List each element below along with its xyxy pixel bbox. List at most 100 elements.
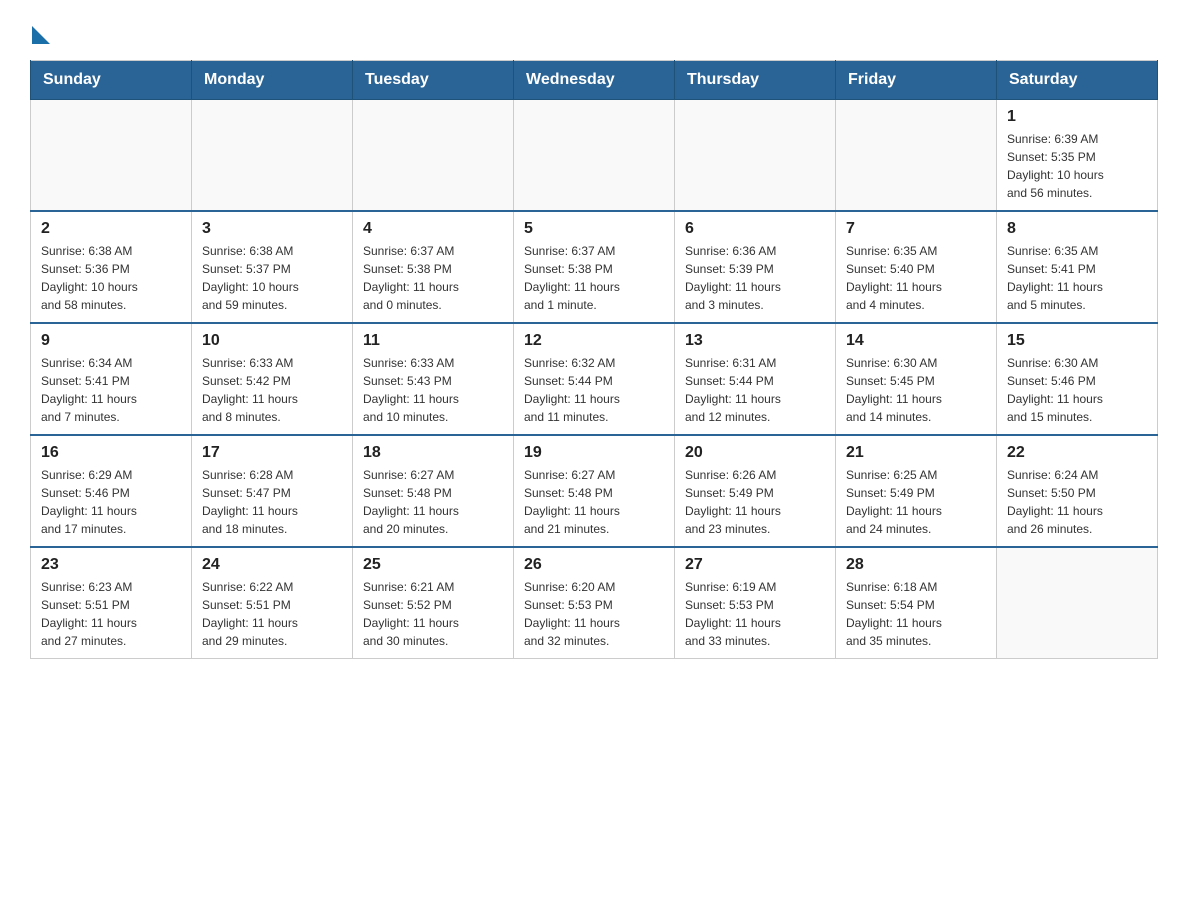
calendar-cell: 2 Sunrise: 6:38 AM Sunset: 5:36 PM Daylig…: [31, 211, 192, 323]
day-info: Sunrise: 6:38 AM Sunset: 5:37 PM Dayligh…: [202, 242, 342, 314]
logo: [30, 20, 50, 40]
day-info: Sunrise: 6:26 AM Sunset: 5:49 PM Dayligh…: [685, 466, 825, 538]
day-info: Sunrise: 6:20 AM Sunset: 5:53 PM Dayligh…: [524, 578, 664, 650]
calendar-cell: 9 Sunrise: 6:34 AM Sunset: 5:41 PM Daylig…: [31, 323, 192, 435]
day-info: Sunrise: 6:18 AM Sunset: 5:54 PM Dayligh…: [846, 578, 986, 650]
day-number: 20: [685, 444, 825, 462]
calendar-cell: [514, 100, 675, 212]
day-number: 8: [1007, 220, 1147, 238]
day-info: Sunrise: 6:32 AM Sunset: 5:44 PM Dayligh…: [524, 354, 664, 426]
day-number: 19: [524, 444, 664, 462]
day-number: 5: [524, 220, 664, 238]
day-info: Sunrise: 6:35 AM Sunset: 5:41 PM Dayligh…: [1007, 242, 1147, 314]
calendar-cell: 7 Sunrise: 6:35 AM Sunset: 5:40 PM Daylig…: [836, 211, 997, 323]
day-info: Sunrise: 6:22 AM Sunset: 5:51 PM Dayligh…: [202, 578, 342, 650]
day-number: 17: [202, 444, 342, 462]
day-number: 15: [1007, 332, 1147, 350]
day-info: Sunrise: 6:27 AM Sunset: 5:48 PM Dayligh…: [363, 466, 503, 538]
day-header-monday: Monday: [192, 61, 353, 100]
calendar-table: SundayMondayTuesdayWednesdayThursdayFrid…: [30, 60, 1158, 659]
day-number: 6: [685, 220, 825, 238]
calendar-week-3: 9 Sunrise: 6:34 AM Sunset: 5:41 PM Daylig…: [31, 323, 1158, 435]
calendar-cell: [353, 100, 514, 212]
day-number: 1: [1007, 108, 1147, 126]
day-header-thursday: Thursday: [675, 61, 836, 100]
calendar-cell: 8 Sunrise: 6:35 AM Sunset: 5:41 PM Daylig…: [997, 211, 1158, 323]
calendar-cell: 12 Sunrise: 6:32 AM Sunset: 5:44 PM Dayli…: [514, 323, 675, 435]
day-info: Sunrise: 6:23 AM Sunset: 5:51 PM Dayligh…: [41, 578, 181, 650]
day-number: 3: [202, 220, 342, 238]
calendar-cell: 25 Sunrise: 6:21 AM Sunset: 5:52 PM Dayli…: [353, 547, 514, 659]
calendar-cell: 17 Sunrise: 6:28 AM Sunset: 5:47 PM Dayli…: [192, 435, 353, 547]
day-info: Sunrise: 6:35 AM Sunset: 5:40 PM Dayligh…: [846, 242, 986, 314]
day-info: Sunrise: 6:24 AM Sunset: 5:50 PM Dayligh…: [1007, 466, 1147, 538]
calendar-cell: 4Sunrise: 6:37 AM Sunset: 5:38 PM Daylig…: [353, 211, 514, 323]
calendar-cell: 18Sunrise: 6:27 AM Sunset: 5:48 PM Dayli…: [353, 435, 514, 547]
day-info: Sunrise: 6:27 AM Sunset: 5:48 PM Dayligh…: [524, 466, 664, 538]
calendar-cell: 26 Sunrise: 6:20 AM Sunset: 5:53 PM Dayli…: [514, 547, 675, 659]
day-info: Sunrise: 6:37 AM Sunset: 5:38 PM Dayligh…: [524, 242, 664, 314]
day-header-sunday: Sunday: [31, 61, 192, 100]
calendar-cell: 3 Sunrise: 6:38 AM Sunset: 5:37 PM Daylig…: [192, 211, 353, 323]
day-number: 13: [685, 332, 825, 350]
calendar-cell: [31, 100, 192, 212]
day-number: 2: [41, 220, 181, 238]
day-number: 14: [846, 332, 986, 350]
day-number: 24: [202, 556, 342, 574]
calendar-cell: 20 Sunrise: 6:26 AM Sunset: 5:49 PM Dayli…: [675, 435, 836, 547]
day-number: 10: [202, 332, 342, 350]
day-info: Sunrise: 6:34 AM Sunset: 5:41 PM Dayligh…: [41, 354, 181, 426]
day-header-friday: Friday: [836, 61, 997, 100]
calendar-cell: 14 Sunrise: 6:30 AM Sunset: 5:45 PM Dayli…: [836, 323, 997, 435]
calendar-cell: 22 Sunrise: 6:24 AM Sunset: 5:50 PM Dayli…: [997, 435, 1158, 547]
day-info: Sunrise: 6:37 AM Sunset: 5:38 PM Dayligh…: [363, 242, 503, 314]
logo-arrow-icon: [32, 26, 50, 44]
calendar-week-1: 1 Sunrise: 6:39 AM Sunset: 5:35 PM Daylig…: [31, 100, 1158, 212]
calendar-cell: 11 Sunrise: 6:33 AM Sunset: 5:43 PM Dayli…: [353, 323, 514, 435]
calendar-cell: 24 Sunrise: 6:22 AM Sunset: 5:51 PM Dayli…: [192, 547, 353, 659]
day-header-tuesday: Tuesday: [353, 61, 514, 100]
calendar-week-2: 2 Sunrise: 6:38 AM Sunset: 5:36 PM Daylig…: [31, 211, 1158, 323]
day-info: Sunrise: 6:31 AM Sunset: 5:44 PM Dayligh…: [685, 354, 825, 426]
day-info: Sunrise: 6:25 AM Sunset: 5:49 PM Dayligh…: [846, 466, 986, 538]
day-number: 28: [846, 556, 986, 574]
day-info: Sunrise: 6:30 AM Sunset: 5:46 PM Dayligh…: [1007, 354, 1147, 426]
day-info: Sunrise: 6:33 AM Sunset: 5:42 PM Dayligh…: [202, 354, 342, 426]
day-info: Sunrise: 6:21 AM Sunset: 5:52 PM Dayligh…: [363, 578, 503, 650]
day-info: Sunrise: 6:30 AM Sunset: 5:45 PM Dayligh…: [846, 354, 986, 426]
day-header-wednesday: Wednesday: [514, 61, 675, 100]
calendar-cell: 21Sunrise: 6:25 AM Sunset: 5:49 PM Dayli…: [836, 435, 997, 547]
day-info: Sunrise: 6:19 AM Sunset: 5:53 PM Dayligh…: [685, 578, 825, 650]
day-info: Sunrise: 6:39 AM Sunset: 5:35 PM Dayligh…: [1007, 130, 1147, 202]
calendar-cell: [997, 547, 1158, 659]
day-number: 26: [524, 556, 664, 574]
calendar-cell: [836, 100, 997, 212]
calendar-week-5: 23 Sunrise: 6:23 AM Sunset: 5:51 PM Dayli…: [31, 547, 1158, 659]
day-info: Sunrise: 6:33 AM Sunset: 5:43 PM Dayligh…: [363, 354, 503, 426]
page-header: [30, 20, 1158, 40]
day-number: 9: [41, 332, 181, 350]
calendar-cell: 10 Sunrise: 6:33 AM Sunset: 5:42 PM Dayli…: [192, 323, 353, 435]
day-number: 12: [524, 332, 664, 350]
calendar-cell: 27 Sunrise: 6:19 AM Sunset: 5:53 PM Dayli…: [675, 547, 836, 659]
calendar-cell: 6 Sunrise: 6:36 AM Sunset: 5:39 PM Daylig…: [675, 211, 836, 323]
day-number: 11: [363, 332, 503, 350]
day-number: 7: [846, 220, 986, 238]
day-number: 25: [363, 556, 503, 574]
day-info: Sunrise: 6:28 AM Sunset: 5:47 PM Dayligh…: [202, 466, 342, 538]
day-number: 22: [1007, 444, 1147, 462]
calendar-cell: 16Sunrise: 6:29 AM Sunset: 5:46 PM Dayli…: [31, 435, 192, 547]
calendar-cell: 15 Sunrise: 6:30 AM Sunset: 5:46 PM Dayli…: [997, 323, 1158, 435]
calendar-cell: 5 Sunrise: 6:37 AM Sunset: 5:38 PM Daylig…: [514, 211, 675, 323]
day-number: 23: [41, 556, 181, 574]
calendar-cell: 1 Sunrise: 6:39 AM Sunset: 5:35 PM Daylig…: [997, 100, 1158, 212]
calendar-cell: [675, 100, 836, 212]
calendar-cell: [192, 100, 353, 212]
day-number: 27: [685, 556, 825, 574]
day-info: Sunrise: 6:38 AM Sunset: 5:36 PM Dayligh…: [41, 242, 181, 314]
calendar-cell: 13 Sunrise: 6:31 AM Sunset: 5:44 PM Dayli…: [675, 323, 836, 435]
calendar-header-row: SundayMondayTuesdayWednesdayThursdayFrid…: [31, 61, 1158, 100]
day-info: Sunrise: 6:36 AM Sunset: 5:39 PM Dayligh…: [685, 242, 825, 314]
calendar-cell: 23 Sunrise: 6:23 AM Sunset: 5:51 PM Dayli…: [31, 547, 192, 659]
calendar-cell: 28 Sunrise: 6:18 AM Sunset: 5:54 PM Dayli…: [836, 547, 997, 659]
